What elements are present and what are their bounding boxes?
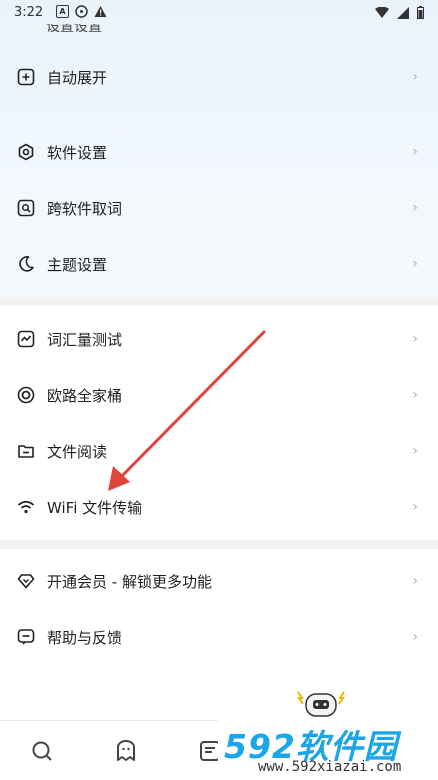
ghost-icon[interactable] [114,739,138,763]
search-icon[interactable] [30,739,54,763]
watermark: 592软件园 www.592xiazai.com [218,691,438,780]
annotation-arrow [108,330,266,491]
watermark-url: www.592xiazai.com [258,759,402,775]
gamepad-mascot-icon [297,691,345,717]
